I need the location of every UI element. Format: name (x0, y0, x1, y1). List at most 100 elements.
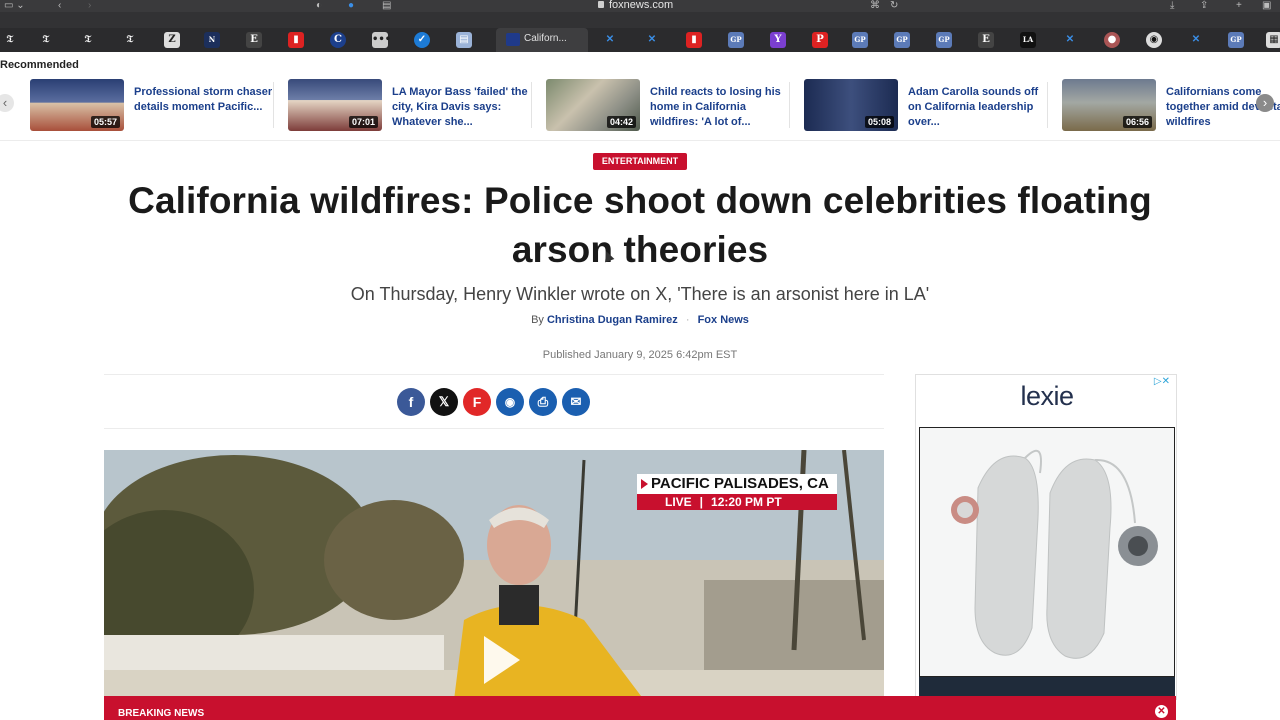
live-label: LIVE (665, 495, 692, 509)
divider (1047, 82, 1048, 128)
print-icon[interactable]: ⎙ (529, 388, 557, 416)
live-time: 12:20 PM PT (711, 495, 782, 509)
prev-arrow-icon[interactable]: ‹ (0, 94, 14, 112)
tab-grid-icon[interactable]: ▦ (1266, 32, 1280, 48)
article-subhead: On Thursday, Henry Winkler wrote on X, '… (350, 284, 930, 304)
tab-bar: 𝔗 𝔗 𝔗 𝔗 Z N E ▮ C ••• ✓ ▤ Californ... ✕ … (0, 28, 1280, 52)
email-share-icon[interactable]: ✉ (562, 388, 590, 416)
extension-icon[interactable]: ● (348, 0, 354, 12)
divider (0, 140, 1280, 141)
shield-icon[interactable]: ◐ (316, 0, 322, 12)
tab-news-icon[interactable]: N (204, 32, 220, 48)
tab-doc-icon[interactable]: ▤ (456, 32, 472, 48)
forward-icon[interactable]: › (88, 0, 91, 12)
reader-icon[interactable]: ▤ (382, 0, 391, 12)
tab-z-icon[interactable]: Z (164, 32, 180, 48)
tab-red-icon[interactable]: ▮ (288, 32, 304, 48)
tab-globe-icon[interactable]: C (330, 32, 346, 48)
rec-item[interactable]: 06:56 Californians come together amid de… (1062, 79, 1280, 131)
tab-gp-icon[interactable]: GP (852, 32, 868, 48)
tab-x-icon[interactable]: ✕ (1062, 32, 1078, 48)
by-prefix: By (531, 314, 544, 326)
tab-la-icon[interactable]: LA (1020, 32, 1036, 48)
browser-titlebar: ▭ ⌄ ‹ › ◐ ● ▤ foxnews.com ⌘ ↻ ⤓ ⇪ + ▣ (0, 0, 1280, 12)
fox-news-icon (506, 33, 520, 46)
sidebar-ad[interactable]: ▷✕ lexie (915, 374, 1177, 701)
published-date: Published January 9, 2025 6:42pm EST (542, 349, 738, 361)
rec-item[interactable]: 04:42 Child reacts to losing his home in… (546, 79, 796, 131)
tab-overview-icon[interactable]: ▣ (1262, 0, 1271, 12)
separator-dot: · (685, 314, 690, 326)
x-share-icon[interactable]: 𝕏 (430, 388, 458, 416)
sidebar-icon[interactable]: ▭ ⌄ (4, 0, 25, 12)
tab-active[interactable]: Californ... (496, 28, 588, 52)
rec-thumbnail[interactable]: 05:57 (30, 79, 124, 131)
tab-p-icon[interactable]: P (812, 32, 828, 48)
article-headline: California wildfires: Police shoot down … (128, 180, 1152, 270)
divider (104, 428, 884, 429)
comments-icon[interactable]: ◉ (496, 388, 524, 416)
new-tab-icon[interactable]: + (1236, 0, 1242, 12)
rec-item[interactable]: 05:57 Professional storm chaser details … (30, 79, 280, 131)
rec-thumbnail[interactable]: 06:56 (1062, 79, 1156, 131)
ad-image[interactable] (919, 427, 1175, 677)
play-marker-icon (641, 479, 648, 489)
tab-y-icon[interactable]: Y (770, 32, 786, 48)
flipboard-share-icon[interactable]: F (463, 388, 491, 416)
tab-gp-icon[interactable]: GP (1228, 32, 1244, 48)
breaking-label: BREAKING NEWS (118, 708, 205, 719)
tab-gp-icon[interactable]: GP (728, 32, 744, 48)
tab-gp-icon[interactable]: GP (936, 32, 952, 48)
tab-nyt-icon[interactable]: 𝔗 (122, 32, 138, 48)
rec-title[interactable]: Child reacts to losing his home in Calif… (650, 85, 790, 130)
divider (789, 82, 790, 128)
author-link[interactable]: Christina Dugan Ramirez (547, 314, 678, 326)
tab-nyt-icon[interactable]: 𝔗 (80, 32, 96, 48)
lock-icon (598, 1, 604, 8)
close-icon[interactable]: ✕ (1155, 705, 1168, 718)
rec-item[interactable]: 05:08 Adam Carolla sounds off on Califor… (804, 79, 1054, 131)
byline: By Christina Dugan Ramirez · Fox News (340, 314, 940, 326)
tab-ball-icon[interactable]: ● (1104, 32, 1120, 48)
video-player[interactable]: PACIFIC PALISADES, CA LIVE | 12:20 PM PT (104, 450, 884, 700)
share-browser-icon[interactable]: ⇪ (1200, 0, 1208, 12)
tab-red-icon[interactable]: ▮ (686, 32, 702, 48)
rec-item[interactable]: 07:01 LA Mayor Bass 'failed' the city, K… (288, 79, 538, 131)
tab-e-icon[interactable]: E (978, 32, 994, 48)
rec-title[interactable]: LA Mayor Bass 'failed' the city, Kira Da… (392, 85, 532, 130)
tab-blue-icon[interactable]: ✓ (414, 32, 430, 48)
tab-x-icon[interactable]: ✕ (644, 32, 660, 48)
separator: | (699, 495, 704, 509)
rec-thumbnail[interactable]: 07:01 (288, 79, 382, 131)
breaking-news-bar[interactable]: BREAKING NEWS ✕ (104, 696, 1176, 720)
recommended-label: Recommended (0, 59, 79, 71)
download-icon[interactable]: ⤓ (1170, 0, 1174, 12)
reload-icon[interactable]: ↻ (890, 0, 898, 12)
tab-nyt-icon[interactable]: 𝔗 (38, 32, 54, 48)
divider (531, 82, 532, 128)
tab-eye-icon[interactable]: ◉ (1146, 32, 1162, 48)
facebook-share-icon[interactable]: f (397, 388, 425, 416)
tab-e-icon[interactable]: E (246, 32, 262, 48)
address-bar[interactable]: foxnews.com (598, 0, 673, 11)
play-icon[interactable] (484, 636, 520, 684)
divider (104, 374, 884, 375)
tab-gp-icon[interactable]: GP (894, 32, 910, 48)
rec-title[interactable]: Professional storm chaser details moment… (134, 85, 274, 115)
outlet-link[interactable]: Fox News (698, 314, 749, 326)
back-icon[interactable]: ‹ (58, 0, 61, 12)
tab-x-icon[interactable]: ✕ (602, 32, 618, 48)
location-lower-third: PACIFIC PALISADES, CA LIVE | 12:20 PM PT (637, 474, 837, 512)
next-arrow-icon[interactable]: › (1256, 94, 1274, 112)
location-text: PACIFIC PALISADES, CA (651, 475, 829, 492)
category-badge[interactable]: ENTERTAINMENT (593, 153, 687, 170)
rec-title[interactable]: Adam Carolla sounds off on California le… (908, 85, 1048, 130)
hearing-aid-illustration (920, 428, 1174, 676)
rec-thumbnail[interactable]: 04:42 (546, 79, 640, 131)
translate-icon[interactable]: ⌘ (870, 0, 880, 12)
tab-nyt-icon[interactable]: 𝔗 (2, 32, 18, 48)
rec-thumbnail[interactable]: 05:08 (804, 79, 898, 131)
tab-dots-icon[interactable]: ••• (372, 32, 391, 48)
tab-x-icon[interactable]: ✕ (1188, 32, 1204, 48)
toolbar-strip (0, 12, 1280, 28)
